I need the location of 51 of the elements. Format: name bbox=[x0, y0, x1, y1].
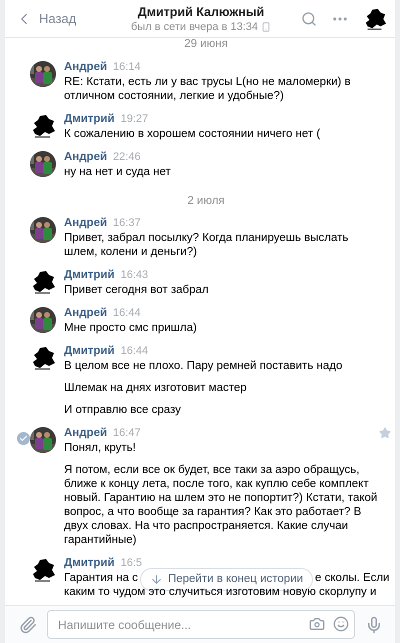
message-text: Понял, круть! bbox=[64, 441, 137, 455]
message-text: К сожалению в хорошем состоянии ничего нет ( bbox=[64, 127, 322, 141]
camera-icon[interactable] bbox=[309, 616, 325, 632]
message-time: 16:44 bbox=[113, 307, 141, 319]
chat-title: Дмитрий Калюжный bbox=[138, 4, 264, 18]
message-text: ну на нет и суда нет bbox=[64, 165, 172, 179]
smile-icon[interactable] bbox=[333, 616, 349, 632]
phone-icon bbox=[261, 22, 271, 32]
paperclip-icon[interactable] bbox=[19, 616, 37, 634]
author-name[interactable]: Дмитрий bbox=[64, 345, 115, 357]
message-text: Я потом, если все ок будет, все таки за аэро обращусь, ближе к концу лета, после того, как куплю себе комплект новый. Гарантию на шлем это не попортит?) Кстати, такой вопрос, а что вообще за гарантия? Как это работает? В двух словах. На что распространяется. Какие случаи гарантийные) bbox=[64, 463, 378, 547]
message-time: 16:44 bbox=[120, 345, 148, 357]
microphone-icon[interactable] bbox=[365, 616, 383, 634]
author-name[interactable]: Андрей bbox=[64, 61, 108, 73]
message-text: И отправлю все сразу bbox=[64, 403, 182, 417]
goalie-icon bbox=[30, 113, 56, 139]
goalie-icon bbox=[30, 345, 56, 371]
message-text: Привет сегодня вот забрал bbox=[64, 283, 210, 297]
goalie-icon bbox=[30, 269, 56, 295]
check-icon[interactable] bbox=[17, 432, 30, 445]
message-time: 16:37 bbox=[113, 217, 141, 229]
message-text: RE: Кстати, есть ли у вас трусы L(но не маломерки) в отличном состоянии, легкие и удобные?) bbox=[64, 75, 352, 103]
message-time: 16:43 bbox=[120, 269, 148, 281]
message-text: Гарантия на с bbox=[64, 571, 138, 585]
message-time: 22:46 bbox=[113, 151, 141, 163]
date-separator: 2 июля bbox=[187, 195, 225, 207]
arrow-down-icon bbox=[150, 572, 163, 586]
message-text: Шлемак на днях изготовит мастер bbox=[64, 381, 248, 395]
message-text: е сколы. Если bbox=[315, 571, 390, 585]
search-icon[interactable] bbox=[301, 10, 317, 26]
message-text: Мне просто смс пришла) bbox=[64, 321, 198, 335]
date-separator: 29 июня bbox=[184, 38, 228, 50]
message-time: 19:27 bbox=[120, 113, 148, 125]
online-status: был в сети вчера в 13:34 bbox=[131, 20, 258, 32]
message-text: Привет, забрал посылку? Когда планируешь выслать шлем, колени и деньги?) bbox=[64, 231, 350, 259]
author-name[interactable]: Дмитрий bbox=[64, 269, 115, 281]
message-time: 16:47 bbox=[113, 427, 141, 439]
goalie-icon bbox=[30, 557, 56, 583]
message-time: 16:5 bbox=[120, 557, 142, 569]
author-name[interactable]: Дмитрий bbox=[64, 113, 115, 125]
message-time: 16:14 bbox=[113, 61, 141, 73]
author-name[interactable]: Андрей bbox=[64, 307, 108, 319]
message-text: В целом все не плохо. Пару ремней поставить надо bbox=[64, 359, 344, 373]
back-link[interactable]: Назад bbox=[15, 10, 125, 28]
author-name[interactable]: Андрей bbox=[64, 427, 108, 439]
author-name[interactable]: Андрей bbox=[64, 217, 108, 229]
star-icon[interactable] bbox=[379, 427, 391, 439]
message-field[interactable]: Напишите сообщение... bbox=[47, 610, 355, 639]
author-name[interactable]: Андрей bbox=[64, 151, 108, 163]
goalie-icon bbox=[363, 6, 387, 30]
author-name[interactable]: Дмитрий bbox=[64, 557, 115, 569]
